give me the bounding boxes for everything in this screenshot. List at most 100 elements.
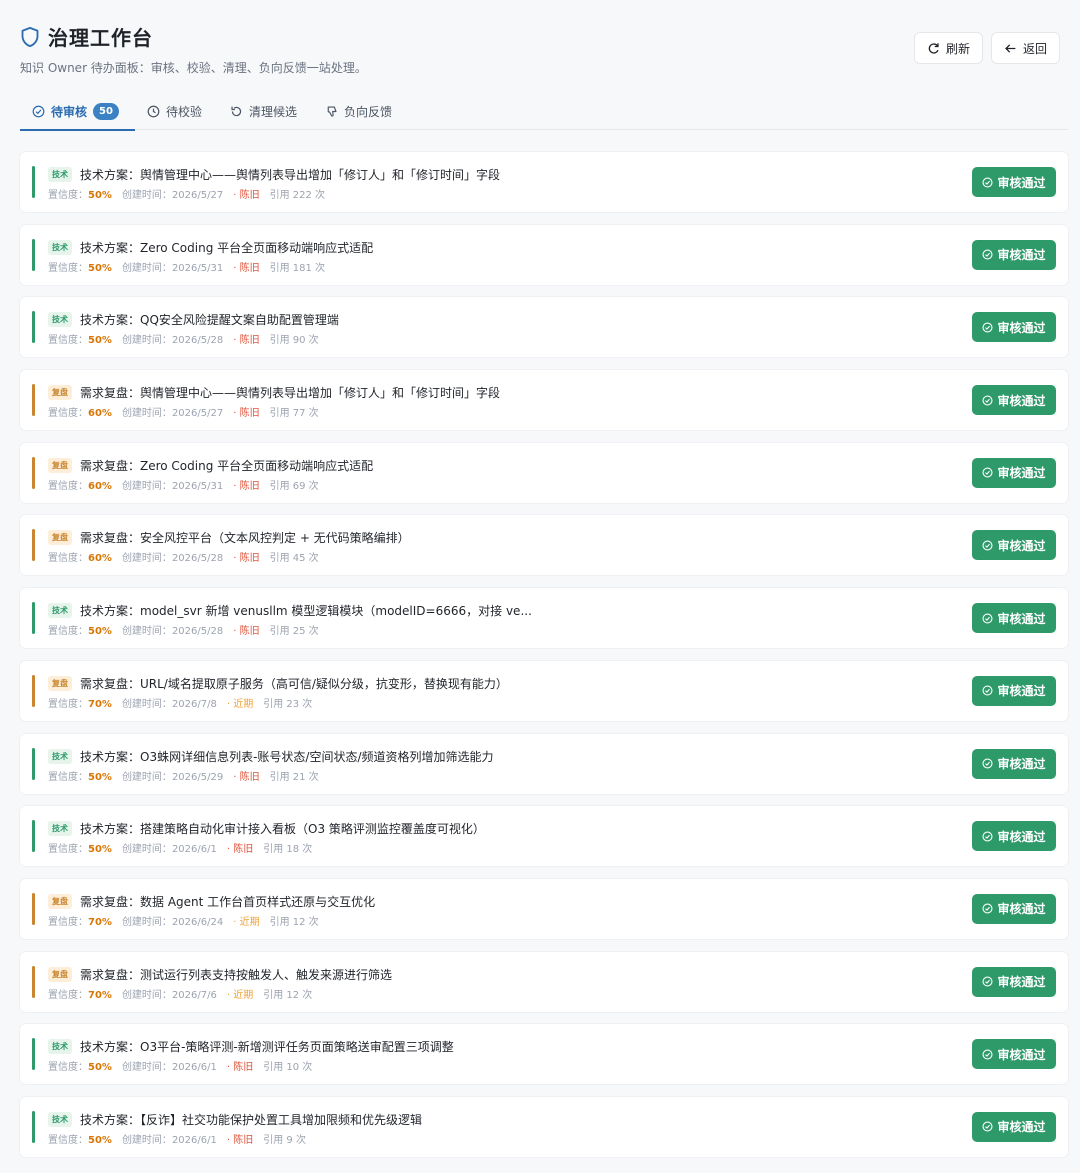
type-tag: 技术	[48, 748, 72, 764]
created-field: 创建时间：2026/7/6	[122, 986, 217, 1001]
cited-count: 引用 69 次	[269, 480, 319, 492]
created-date: 2026/5/27	[171, 408, 224, 420]
approve-button[interactable]: 审核通过	[972, 530, 1056, 561]
item-meta: 置信度：70% 创建时间：2026/7/8 · 近期 引用 23 次	[48, 695, 312, 710]
type-indicator-bar	[32, 674, 35, 707]
approve-label: 审核通过	[997, 393, 1046, 408]
list-item[interactable]: 技术 技术方案：O3蛛网详细信息列表-账号状态/空间状态/频道资格列增加筛选能力…	[20, 733, 1068, 794]
created-label: 创建时间：	[121, 1062, 172, 1074]
created-field: 创建时间：2026/5/29	[122, 768, 223, 783]
created-field: 创建时间：2026/5/27	[122, 186, 223, 201]
confidence-value: 50%	[88, 844, 112, 856]
check-circle-icon	[982, 1121, 994, 1132]
item-title: 需求复盘：安全风控平台（文本风控判定 + 无代码策略编排）	[80, 531, 410, 546]
item-title-row: 复盘 需求复盘：测试运行列表支持按触发人、触发来源进行筛选	[48, 966, 392, 983]
cited-count: 引用 12 次	[269, 916, 319, 928]
cited-count: 引用 77 次	[269, 408, 319, 420]
list-item[interactable]: 复盘 需求复盘：URL/域名提取原子服务（高可信/疑似分级，抗变形，替换现有能力…	[20, 660, 1068, 721]
list-item[interactable]: 技术 技术方案：O3平台-策略评测-新增测评任务页面策略送审配置三项调整 置信度…	[20, 1024, 1068, 1085]
tab-pending-review[interactable]: 待审核 50	[20, 92, 135, 131]
created-field: 创建时间：2026/6/1	[122, 1131, 217, 1146]
check-circle-icon	[982, 467, 994, 478]
approve-button[interactable]: 审核通过	[972, 167, 1056, 197]
created-field: 创建时间：2026/7/8	[122, 695, 217, 710]
confidence-value: 70%	[88, 698, 112, 710]
approve-button[interactable]: 审核通过	[972, 1111, 1056, 1142]
cited-count: 引用 222 次	[269, 190, 326, 201]
type-indicator-bar	[32, 892, 35, 925]
check-circle-icon	[982, 1049, 994, 1060]
list-item[interactable]: 复盘 需求复盘：舆情管理中心——舆情列表导出增加「修订人」和「修订时间」字段 置…	[20, 370, 1068, 431]
item-meta: 置信度：50% 创建时间：2026/5/28 · 陈旧 引用 90 次	[48, 331, 319, 346]
approve-button[interactable]: 审核通过	[972, 748, 1056, 779]
list-item[interactable]: 技术 技术方案：Zero Coding 平台全页面移动端响应式适配 置信度：50…	[20, 224, 1068, 285]
check-circle-icon	[982, 249, 994, 260]
list-item[interactable]: 复盘 需求复盘：Zero Coding 平台全页面移动端响应式适配 置信度：60…	[20, 442, 1068, 503]
check-circle-icon	[982, 903, 994, 914]
check-circle-icon	[982, 758, 994, 769]
item-title: 技术方案：O3平台-策略评测-新增测评任务页面策略送审配置三项调整	[80, 1040, 454, 1055]
list-item[interactable]: 技术 技术方案：搭建策略自动化审计接入看板（O3 策略评测监控覆盖度可视化） 置…	[20, 806, 1068, 867]
freshness-status: · 陈旧	[226, 1134, 254, 1146]
back-button[interactable]: 返回	[990, 32, 1060, 64]
arrow-left-icon	[1005, 43, 1016, 53]
approve-button[interactable]: 审核通过	[972, 239, 1056, 270]
confidence-label: 置信度：	[48, 553, 88, 565]
confidence-field: 置信度：60%	[48, 404, 112, 419]
list-item[interactable]: 技术 技术方案：QQ安全风险提醒文案自助配置管理端 置信度：50% 创建时间：2…	[20, 297, 1068, 358]
created-field: 创建时间：2026/6/24	[122, 913, 223, 928]
created-label: 创建时间：	[121, 553, 172, 565]
created-date: 2026/6/1	[171, 1062, 217, 1074]
confidence-field: 置信度：70%	[48, 695, 112, 710]
list-item[interactable]: 复盘 需求复盘：安全风控平台（文本风控判定 + 无代码策略编排） 置信度：60%…	[20, 515, 1068, 576]
approve-button[interactable]: 审核通过	[972, 603, 1056, 634]
approve-button[interactable]: 审核通过	[972, 1039, 1056, 1070]
freshness-status: · 陈旧	[233, 771, 260, 783]
tab-cleanup-candidates[interactable]: 清理候选	[218, 92, 313, 130]
created-date: 2026/5/28	[171, 335, 224, 347]
approve-button[interactable]: 审核通过	[972, 893, 1056, 924]
page-subtitle: 知识 Owner 待办面板：审核、校验、清理、负向反馈一站处理。	[20, 61, 367, 75]
confidence-value: 60%	[88, 480, 112, 492]
created-label: 创建时间：	[121, 480, 172, 492]
item-title: 技术方案：【反诈】社交功能保护处置工具增加限频和优先级逻辑	[80, 1112, 423, 1127]
tab-negative-feedback[interactable]: 负向反馈	[313, 92, 408, 130]
list-item[interactable]: 技术 技术方案：【反诈】社交功能保护处置工具增加限频和优先级逻辑 置信度：50%…	[20, 1096, 1068, 1157]
list-item[interactable]: 复盘 需求复盘：测试运行列表支持按触发人、触发来源进行筛选 置信度：70% 创建…	[20, 951, 1068, 1012]
list-item[interactable]: 技术 技术方案：model_svr 新增 venusllm 模型逻辑模块（mod…	[20, 588, 1068, 649]
item-title-row: 技术 技术方案：Zero Coding 平台全页面移动端响应式适配	[48, 239, 373, 256]
refresh-button[interactable]: 刷新	[913, 32, 983, 64]
item-title-row: 技术 技术方案：搭建策略自动化审计接入看板（O3 策略评测监控覆盖度可视化）	[48, 820, 485, 837]
refresh-label: 刷新	[945, 41, 970, 56]
approve-label: 审核通过	[997, 902, 1046, 917]
approve-button[interactable]: 审核通过	[972, 312, 1056, 343]
confidence-field: 置信度：50%	[48, 1058, 112, 1073]
tab-bar: 待审核 50 待校验 清理候选 负向反馈	[20, 92, 1068, 131]
type-indicator-bar	[32, 238, 35, 271]
tab-pending-verify[interactable]: 待校验	[135, 92, 218, 130]
item-meta: 置信度：60% 创建时间：2026/5/31 · 陈旧 引用 69 次	[48, 477, 319, 492]
item-title: 技术方案：O3蛛网详细信息列表-账号状态/空间状态/频道资格列增加筛选能力	[80, 749, 494, 764]
list-item[interactable]: 技术 技术方案：舆情管理中心——舆情列表导出增加「修订人」和「修订时间」字段 置…	[20, 152, 1068, 212]
freshness-status: · 陈旧	[233, 262, 260, 274]
type-tag: 技术	[48, 312, 72, 328]
confidence-field: 置信度：50%	[48, 768, 112, 783]
confidence-field: 置信度：50%	[48, 622, 112, 637]
item-title-row: 复盘 需求复盘：安全风控平台（文本风控判定 + 无代码策略编排）	[48, 529, 410, 546]
approve-button[interactable]: 审核通过	[972, 821, 1056, 852]
approve-button[interactable]: 审核通过	[972, 457, 1056, 488]
freshness-status: · 陈旧	[226, 1062, 254, 1074]
confidence-field: 置信度：50%	[48, 1131, 112, 1146]
confidence-field: 置信度：50%	[48, 840, 112, 855]
created-field: 创建时间：2026/5/27	[122, 404, 223, 419]
approve-button[interactable]: 审核通过	[972, 385, 1056, 416]
approve-button[interactable]: 审核通过	[972, 675, 1056, 706]
type-tag: 技术	[48, 1039, 72, 1055]
type-tag: 技术	[48, 1111, 72, 1127]
list-item[interactable]: 复盘 需求复盘：数据 Agent 工作台首页样式还原与交互优化 置信度：70% …	[20, 878, 1068, 939]
item-meta: 置信度：70% 创建时间：2026/7/6 · 近期 引用 12 次	[48, 986, 312, 1001]
created-label: 创建时间：	[121, 408, 172, 420]
approve-button[interactable]: 审核通过	[972, 966, 1056, 997]
back-label: 返回	[1022, 41, 1047, 56]
cited-count: 引用 181 次	[269, 262, 326, 274]
